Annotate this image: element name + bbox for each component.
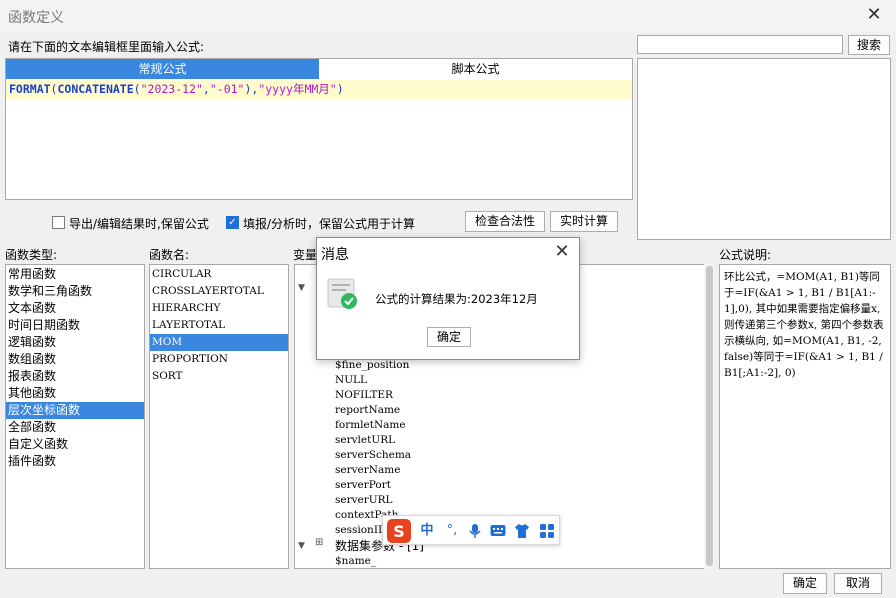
- list-item[interactable]: 全部函数: [6, 419, 144, 436]
- search-results-box[interactable]: [637, 58, 891, 240]
- ok-button[interactable]: 确定: [783, 573, 827, 594]
- realtime-calc-button[interactable]: 实时计算: [550, 211, 618, 232]
- list-item[interactable]: 报表函数: [6, 368, 144, 385]
- variables-scroll-thumb[interactable]: [706, 266, 713, 566]
- list-item[interactable]: CIRCULAR: [150, 266, 288, 283]
- tree-expand-icon[interactable]: ▼: [298, 283, 305, 293]
- list-item[interactable]: 时间日期函数: [6, 317, 144, 334]
- dialog-ok-button[interactable]: 确定: [427, 327, 471, 347]
- tab-script-formula[interactable]: 脚本公式: [319, 59, 632, 79]
- skin-shirt-icon[interactable]: [514, 523, 530, 539]
- ime-toolbar: S 中 °,: [382, 515, 560, 545]
- tree-item[interactable]: formletName: [335, 418, 406, 433]
- list-item[interactable]: 文本函数: [6, 300, 144, 317]
- formula-token: FORMAT: [9, 82, 51, 96]
- tree-item[interactable]: reportName: [335, 403, 400, 418]
- message-dialog: 消息 ✕ 公式的计算结果为:2023年12月 确定: [316, 237, 580, 360]
- tree-item[interactable]: sessionID: [335, 523, 386, 538]
- list-item[interactable]: CROSSLAYERTOTAL: [150, 283, 288, 300]
- formula-token: CONCATENATE: [57, 82, 134, 96]
- description-label: 公式说明:: [719, 248, 772, 262]
- export-keep-label: 导出/编辑结果时,保留公式: [69, 217, 209, 231]
- formula-editor-panel: 常规公式 脚本公式 FORMAT(CONCATENATE("2023-12","…: [5, 58, 633, 200]
- close-icon[interactable]: ✕: [862, 4, 886, 28]
- list-item[interactable]: 常用函数: [6, 266, 144, 283]
- success-doc-icon: [327, 278, 357, 309]
- dataset-folder-icon: ⊞: [315, 537, 324, 548]
- tab-normal-formula[interactable]: 常规公式: [6, 59, 319, 79]
- search-input[interactable]: [637, 35, 843, 54]
- tree-item[interactable]: servletURL: [335, 433, 395, 448]
- tree-item[interactable]: NOFILTER: [335, 388, 393, 403]
- tree-item[interactable]: serverPort: [335, 478, 391, 493]
- formula-token: "yyyy年MM月": [258, 82, 337, 96]
- func-name-label: 函数名:: [149, 248, 190, 262]
- tree-item[interactable]: serverSchema: [335, 448, 411, 463]
- list-item[interactable]: LAYERTOTAL: [150, 317, 288, 334]
- ime-chinese-mode-icon[interactable]: 中: [417, 522, 437, 540]
- formula-token: ),: [244, 82, 259, 96]
- list-item[interactable]: SORT: [150, 368, 288, 385]
- dialog-title: 消息: [321, 247, 349, 263]
- title-bar: 函数定义 ✕: [0, 0, 896, 32]
- variables-label: 变量: [293, 248, 318, 262]
- check-validity-button[interactable]: 检查合法性: [465, 211, 545, 232]
- formula-description: 环比公式，=MOM(A1, B1)等同于=IF(&A1 > 1, B1 / B1…: [719, 264, 891, 569]
- tree-item[interactable]: $name_: [335, 554, 376, 568]
- formula-token: "-01": [209, 82, 245, 96]
- export-keep-checkbox[interactable]: [52, 216, 65, 229]
- microphone-icon[interactable]: [467, 523, 483, 539]
- list-item[interactable]: 逻辑函数: [6, 334, 144, 351]
- list-item[interactable]: 数组函数: [6, 351, 144, 368]
- tree-item[interactable]: serverURL: [335, 493, 393, 508]
- list-item-selected[interactable]: MOM: [150, 334, 288, 351]
- func-type-label: 函数类型:: [5, 248, 58, 262]
- close-icon[interactable]: ✕: [551, 242, 573, 264]
- func-type-list[interactable]: 常用函数 数学和三角函数 文本函数 时间日期函数 逻辑函数 数组函数 报表函数 …: [5, 264, 145, 569]
- toolbox-grid-icon[interactable]: [539, 523, 555, 539]
- window-title: 函数定义: [8, 10, 64, 26]
- formula-token: ,: [202, 82, 210, 96]
- tree-item[interactable]: $fine_position: [335, 358, 409, 373]
- list-item-selected[interactable]: 层次坐标函数: [6, 402, 144, 419]
- tree-item[interactable]: serverName: [335, 463, 400, 478]
- list-item[interactable]: HIERARCHY: [150, 300, 288, 317]
- formula-token: (: [133, 82, 141, 96]
- keyboard-icon[interactable]: [490, 524, 506, 538]
- formula-token: "2023-12": [140, 82, 203, 96]
- list-item[interactable]: PROPORTION: [150, 351, 288, 368]
- ime-punctuation-icon[interactable]: °,: [443, 522, 461, 540]
- list-item[interactable]: 自定义函数: [6, 436, 144, 453]
- search-button[interactable]: 搜索: [848, 35, 890, 55]
- cancel-button[interactable]: 取消: [834, 573, 882, 594]
- svg-text:S: S: [393, 522, 405, 541]
- list-item[interactable]: 其他函数: [6, 385, 144, 402]
- func-name-list[interactable]: CIRCULAR CROSSLAYERTOTAL HIERARCHY LAYER…: [149, 264, 289, 569]
- list-item[interactable]: 数学和三角函数: [6, 283, 144, 300]
- tree-item[interactable]: NULL: [335, 373, 367, 388]
- fill-keep-label: 填报/分析时，保留公式用于计算: [243, 217, 416, 231]
- dialog-message: 公式的计算结果为:2023年12月: [375, 292, 538, 306]
- list-item[interactable]: 插件函数: [6, 453, 144, 470]
- editor-prompt: 请在下面的文本编辑框里面输入公式:: [8, 40, 205, 54]
- formula-token: ): [336, 82, 344, 96]
- sogou-logo-icon[interactable]: S: [387, 519, 411, 543]
- formula-input[interactable]: FORMAT(CONCATENATE("2023-12","-01"),"yyy…: [6, 80, 632, 99]
- tree-expand-icon[interactable]: ▼: [298, 541, 305, 551]
- fill-keep-checkbox[interactable]: ✓: [226, 216, 239, 229]
